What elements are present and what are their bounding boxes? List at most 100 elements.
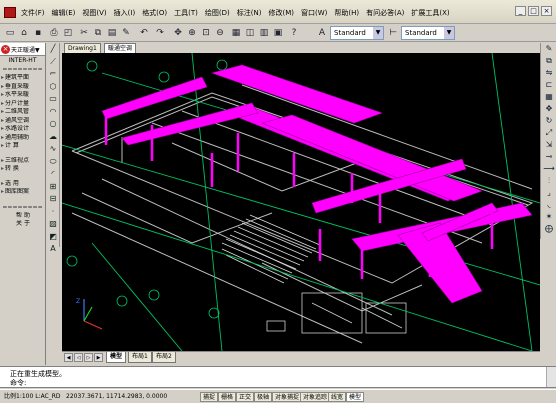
match-prop-icon[interactable]: ✎ [119, 26, 133, 39]
osnap-toggle[interactable]: 对象捕捉 [272, 392, 303, 402]
explode-icon[interactable]: ✶ [541, 211, 556, 223]
panel-item-building-plan[interactable]: ▸建筑平面 [0, 74, 45, 83]
panel-item-library[interactable]: ▸图库图案 [0, 188, 45, 197]
tab-layout1[interactable]: 布局1 [128, 352, 152, 363]
polygon-icon[interactable]: ⬡ [46, 81, 60, 94]
tab-model[interactable]: 模型 [106, 352, 127, 363]
panel-item-about[interactable]: 关 于 [0, 220, 45, 229]
menu-view[interactable]: 视图(V) [79, 6, 109, 20]
panel-item-hvac[interactable]: ▸通风空调 [0, 117, 45, 126]
menu-window[interactable]: 窗口(W) [298, 6, 330, 20]
app-icon[interactable] [4, 7, 16, 18]
tab-layout2[interactable]: 布局2 [152, 352, 176, 363]
polyline-icon[interactable]: ⌐ [46, 68, 60, 81]
panel-item-help[interactable]: 帮 助 [0, 212, 45, 221]
menu-draw[interactable]: 绘图(D) [202, 6, 233, 20]
panel-item-calc[interactable]: ▸计 算 [0, 142, 45, 151]
zoom-window-icon[interactable]: ⊡ [199, 26, 213, 39]
hatch-icon[interactable]: ▨ [46, 218, 60, 231]
mtext-icon[interactable]: A [46, 243, 60, 256]
zoom-previous-icon[interactable]: ⊖ [213, 26, 227, 39]
panel-item-general[interactable]: ▸通用辅助 [0, 134, 45, 143]
last-tab-icon[interactable]: ▶ [94, 353, 103, 362]
chevron-down-icon[interactable]: ▼ [373, 27, 383, 39]
panel-item-2d-duct[interactable]: ▸二维风管 [0, 108, 45, 117]
tool-palette-icon[interactable]: ▥ [257, 26, 271, 39]
ortho-toggle[interactable]: 正交 [236, 392, 255, 402]
panel-item-3d-view[interactable]: ▸三维视点 [0, 157, 45, 166]
break-icon[interactable]: ⫶ [541, 175, 556, 187]
prev-tab-icon[interactable]: ◁ [74, 353, 83, 362]
redo-icon[interactable]: ↷ [153, 26, 167, 39]
next-tab-icon[interactable]: ▷ [84, 353, 93, 362]
preview-icon[interactable]: ◰ [61, 26, 75, 39]
revcloud-icon[interactable]: ☁ [46, 131, 60, 144]
xline-icon[interactable]: ⟋ [46, 56, 60, 69]
save-icon[interactable]: ▪ [31, 26, 45, 39]
pan-icon[interactable]: ✥ [171, 26, 185, 39]
make-block-icon[interactable]: ⊟ [46, 193, 60, 206]
panel-item-metering[interactable]: ▸分户计量 [0, 100, 45, 109]
region-icon[interactable]: ◩ [46, 231, 60, 244]
cut-icon[interactable]: ✂ [77, 26, 91, 39]
stretch-icon[interactable]: ⇲ [541, 139, 556, 151]
close-button[interactable]: × [541, 6, 552, 16]
mirror-icon[interactable]: ⇋ [541, 67, 556, 79]
panel-item-water[interactable]: ▸水路设计 [0, 125, 45, 134]
properties-icon[interactable]: ▦ [229, 26, 243, 39]
offset-icon[interactable]: ⊏ [541, 79, 556, 91]
snap-toggle[interactable]: 捕捉 [200, 392, 219, 402]
tab-drawing1[interactable]: Drawing1 [64, 43, 101, 53]
menu-modify[interactable]: 修改(M) [265, 6, 297, 20]
command-prompt[interactable]: 命令: [10, 378, 26, 388]
close-icon[interactable]: × [1, 44, 10, 54]
minimize-button[interactable]: _ [515, 6, 526, 16]
copy-icon[interactable]: ⧉ [91, 26, 105, 39]
fillet-icon[interactable]: ◟ [541, 199, 556, 211]
panel-item-convert[interactable]: ▸转 换 [0, 165, 45, 174]
panel-item-vertical-heating[interactable]: ▸垂直采暖 [0, 83, 45, 92]
menu-help[interactable]: 帮助(H) [331, 6, 362, 20]
calc-icon[interactable]: ▣ [271, 26, 285, 39]
rotate-icon[interactable]: ↻ [541, 115, 556, 127]
text-style-select[interactable]: Standard ▼ [330, 26, 384, 40]
tab-hvac[interactable]: 暖通空调 [104, 43, 137, 53]
menu-dimension[interactable]: 标注(N) [234, 6, 265, 20]
menu-edit[interactable]: 编辑(E) [49, 6, 79, 20]
grid-toggle[interactable]: 栅格 [218, 392, 237, 402]
command-scrollbar[interactable] [546, 367, 556, 387]
rectangle-icon[interactable]: ▭ [46, 93, 60, 106]
panel-header[interactable]: × 天正暖通▼ [0, 43, 45, 56]
command-window[interactable]: 正在重生成模型。 命令: [0, 366, 556, 388]
first-tab-icon[interactable]: ◀ [64, 353, 73, 362]
trim-icon[interactable]: ⊸ [541, 151, 556, 163]
chevron-down-icon[interactable]: ▼ [444, 27, 454, 39]
open-file-icon[interactable]: ⌂ [17, 26, 31, 39]
extend-icon[interactable]: ⟶ [541, 163, 556, 175]
undo-icon[interactable]: ↶ [137, 26, 151, 39]
array-icon[interactable]: ▦ [541, 91, 556, 103]
menu-qa[interactable]: 有问必答(A) [363, 6, 407, 20]
dim-style-icon[interactable]: ⊢ [386, 26, 400, 39]
paste-icon[interactable]: ▤ [105, 26, 119, 39]
arc-icon[interactable]: ◠ [46, 106, 60, 119]
chamfer-icon[interactable]: ⌟ [541, 187, 556, 199]
restore-button[interactable]: □ [528, 6, 539, 16]
panel-item-select[interactable]: ▸选 用 [0, 180, 45, 189]
model-toggle[interactable]: 模型 [346, 392, 365, 402]
spline-icon[interactable]: ∿ [46, 143, 60, 156]
move-icon[interactable]: ✥ [541, 103, 556, 115]
new-file-icon[interactable]: ▭ [3, 26, 17, 39]
scale-icon[interactable]: ⤢ [541, 127, 556, 139]
menu-format[interactable]: 格式(O) [139, 6, 170, 20]
design-center-icon[interactable]: ◫ [243, 26, 257, 39]
lineweight-toggle[interactable]: 线宽 [328, 392, 347, 402]
menu-file[interactable]: 文件(F) [18, 6, 48, 20]
print-icon[interactable]: ⎙ [47, 26, 61, 39]
polar-toggle[interactable]: 极轴 [254, 392, 273, 402]
ellipse-icon[interactable]: ⬭ [46, 156, 60, 169]
panel-item-horizontal-heating[interactable]: ▸水平采暖 [0, 91, 45, 100]
line-icon[interactable]: ╱ [46, 43, 60, 56]
help-icon[interactable]: ? [287, 26, 301, 39]
circle-icon[interactable]: ○ [46, 118, 60, 131]
